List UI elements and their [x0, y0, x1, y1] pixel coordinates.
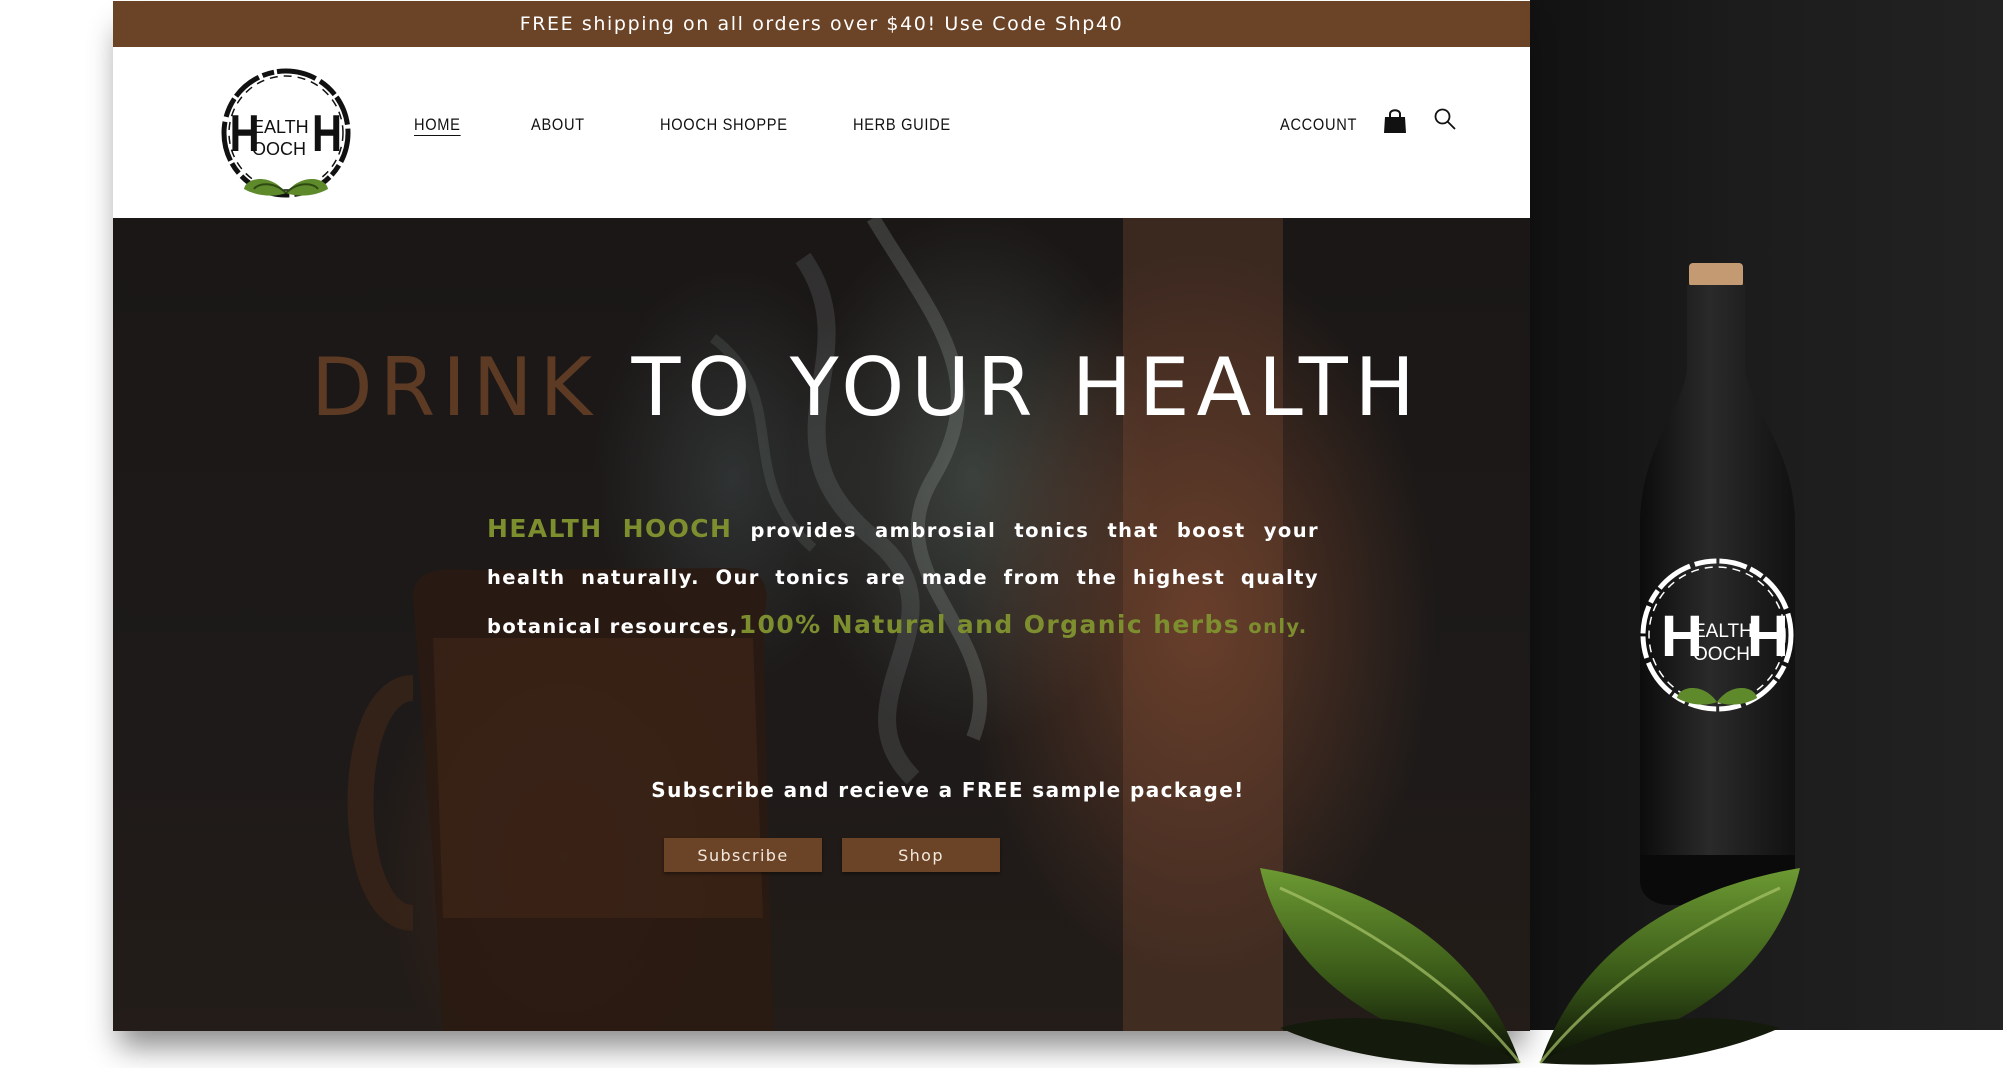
organic-highlight: 100% Natural and Organic herbs: [738, 610, 1241, 639]
nav-account[interactable]: ACCOUNT: [1280, 115, 1357, 135]
svg-text:H: H: [1747, 604, 1789, 669]
hero-headline-main: TO YOUR HEALTH: [631, 341, 1422, 434]
main-navigation: H EALTH OOCH H HOME ABOUT HOOCH SHOPPE H…: [113, 47, 1530, 218]
svg-text:EALTH: EALTH: [1693, 621, 1753, 642]
nav-about[interactable]: ABOUT: [531, 115, 585, 135]
svg-text:H: H: [312, 104, 342, 163]
hero-description-tail: only.: [1240, 615, 1308, 638]
health-hooch-logo[interactable]: H EALTH OOCH H: [216, 65, 356, 205]
nav-herb-guide[interactable]: HERB GUIDE: [853, 115, 951, 135]
search-icon[interactable]: [1433, 107, 1457, 131]
subscribe-button[interactable]: Subscribe: [664, 838, 822, 872]
brand-name-highlight: HEALTH HOOCH: [487, 514, 733, 543]
hero-description: HEALTH HOOCH provides ambrosial tonics t…: [487, 505, 1319, 650]
nav-home[interactable]: HOME: [414, 115, 461, 135]
hero-headline: DRINK TO YOUR HEALTH: [311, 348, 1422, 428]
subscribe-prompt: Subscribe and recieve a FREE sample pack…: [651, 778, 1245, 802]
shopping-bag-icon[interactable]: [1383, 108, 1407, 134]
nav-hooch-shoppe[interactable]: HOOCH SHOPPE: [660, 115, 788, 135]
shop-button[interactable]: Shop: [842, 838, 1000, 872]
svg-text:OOCH: OOCH: [1693, 644, 1750, 665]
promo-banner: FREE shipping on all orders over $40! Us…: [113, 1, 1530, 47]
promo-text: FREE shipping on all orders over $40! Us…: [519, 13, 1124, 35]
svg-text:EALTH: EALTH: [252, 117, 309, 137]
svg-text:OOCH: OOCH: [252, 139, 306, 159]
decorative-leaves-image: [1260, 868, 1800, 1065]
hero-headline-accent: DRINK: [311, 341, 600, 434]
product-bottle-image: H EALTH OOCH H: [1640, 263, 1795, 905]
